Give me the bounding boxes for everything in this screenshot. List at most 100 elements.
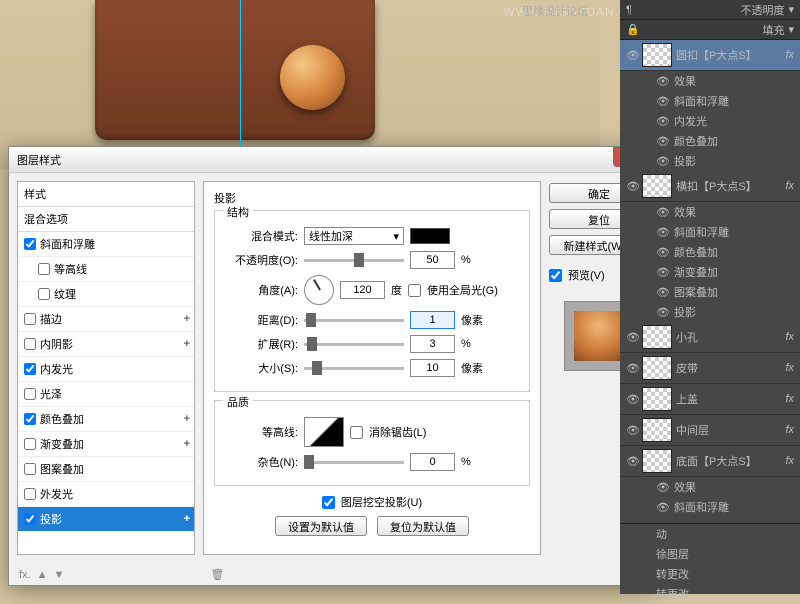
history-row[interactable]: 动 bbox=[620, 524, 800, 544]
style-check[interactable] bbox=[24, 463, 36, 475]
fx-icon[interactable]: fx. bbox=[19, 569, 31, 581]
fx-badge[interactable]: fx bbox=[785, 49, 794, 61]
style-item[interactable]: 内阴影+ bbox=[18, 332, 194, 357]
history-row[interactable]: 转更改 bbox=[620, 564, 800, 584]
eye-icon[interactable]: 👁 bbox=[656, 306, 668, 318]
layer-row[interactable]: 👁横扣【P大点S】fx bbox=[620, 171, 800, 202]
layer-row[interactable]: 👁皮带fx bbox=[620, 353, 800, 384]
angle-dial[interactable] bbox=[304, 275, 334, 305]
down-icon[interactable]: ▼ bbox=[54, 569, 65, 581]
size-slider[interactable] bbox=[304, 367, 404, 370]
fx-badge[interactable]: fx bbox=[785, 455, 794, 467]
plus-icon[interactable]: + bbox=[184, 413, 190, 425]
fx-badge[interactable]: fx bbox=[785, 331, 794, 343]
style-check[interactable] bbox=[24, 238, 36, 250]
fx-sub-row[interactable]: 👁颜色叠加 bbox=[620, 131, 800, 151]
eye-icon[interactable]: 👁 bbox=[626, 180, 638, 192]
eye-icon[interactable]: 👁 bbox=[656, 501, 668, 513]
fx-badge[interactable]: fx bbox=[785, 424, 794, 436]
angle-input[interactable] bbox=[340, 281, 385, 299]
eye-icon[interactable]: 👁 bbox=[656, 155, 668, 167]
make-default-button[interactable]: 设置为默认值 bbox=[275, 516, 367, 536]
eye-icon[interactable]: 👁 bbox=[626, 455, 638, 467]
noise-slider[interactable] bbox=[304, 461, 404, 464]
style-item[interactable]: 光泽 bbox=[18, 382, 194, 407]
fx-sub-row[interactable]: 👁效果 bbox=[620, 477, 800, 497]
layer-thumb[interactable] bbox=[642, 356, 672, 380]
fx-sub-row[interactable]: 👁颜色叠加 bbox=[620, 242, 800, 262]
reset-default-button[interactable]: 复位为默认值 bbox=[377, 516, 469, 536]
style-check[interactable] bbox=[24, 413, 36, 425]
layer-thumb[interactable] bbox=[642, 325, 672, 349]
style-item[interactable]: 渐变叠加+ bbox=[18, 432, 194, 457]
layer-thumb[interactable] bbox=[642, 43, 672, 67]
size-input[interactable] bbox=[410, 359, 455, 377]
style-check[interactable] bbox=[24, 513, 36, 525]
layer-thumb[interactable] bbox=[642, 387, 672, 411]
style-check[interactable] bbox=[24, 313, 36, 325]
plus-icon[interactable]: + bbox=[184, 438, 190, 450]
spread-slider[interactable] bbox=[304, 343, 404, 346]
style-check[interactable] bbox=[38, 263, 50, 275]
knockout-check[interactable] bbox=[322, 496, 335, 509]
eye-icon[interactable]: 👁 bbox=[656, 226, 668, 238]
eye-icon[interactable]: 👁 bbox=[626, 331, 638, 343]
style-item[interactable]: 颜色叠加+ bbox=[18, 407, 194, 432]
fx-sub-row[interactable]: 👁内发光 bbox=[620, 111, 800, 131]
layer-thumb[interactable] bbox=[642, 449, 672, 473]
eye-icon[interactable]: 👁 bbox=[656, 95, 668, 107]
eye-icon[interactable]: 👁 bbox=[656, 206, 668, 218]
contour-picker[interactable] bbox=[304, 417, 344, 447]
plus-icon[interactable]: + bbox=[184, 313, 190, 325]
fx-sub-row[interactable]: 👁投影 bbox=[620, 151, 800, 171]
preview-check[interactable] bbox=[549, 269, 562, 282]
opacity-input[interactable] bbox=[410, 251, 455, 269]
history-row[interactable]: 转更改 bbox=[620, 584, 800, 604]
color-swatch[interactable] bbox=[410, 228, 450, 244]
style-check[interactable] bbox=[24, 338, 36, 350]
layer-row[interactable]: 👁上盖fx bbox=[620, 384, 800, 415]
style-check[interactable] bbox=[38, 288, 50, 300]
eye-icon[interactable]: 👁 bbox=[626, 424, 638, 436]
eye-icon[interactable]: 👁 bbox=[656, 481, 668, 493]
up-icon[interactable]: ▲ bbox=[37, 569, 48, 581]
noise-input[interactable] bbox=[410, 453, 455, 471]
eye-icon[interactable]: 👁 bbox=[656, 75, 668, 87]
layer-row[interactable]: 👁底面【P大点S】fx bbox=[620, 446, 800, 477]
eye-icon[interactable]: 👁 bbox=[626, 49, 638, 61]
eye-icon[interactable]: 👁 bbox=[656, 135, 668, 147]
fx-sub-row[interactable]: 👁斜面和浮雕 bbox=[620, 497, 800, 517]
fx-sub-row[interactable]: 👁效果 bbox=[620, 202, 800, 222]
plus-icon[interactable]: + bbox=[184, 513, 190, 525]
opacity-slider[interactable] bbox=[304, 259, 404, 262]
fx-sub-row[interactable]: 👁斜面和浮雕 bbox=[620, 222, 800, 242]
fx-sub-row[interactable]: 👁斜面和浮雕 bbox=[620, 91, 800, 111]
global-light-check[interactable] bbox=[408, 284, 421, 297]
eye-icon[interactable]: 👁 bbox=[656, 246, 668, 258]
fx-sub-row[interactable]: 👁投影 bbox=[620, 302, 800, 322]
style-item[interactable]: 外发光 bbox=[18, 482, 194, 507]
style-item[interactable]: 图案叠加 bbox=[18, 457, 194, 482]
fx-badge[interactable]: fx bbox=[785, 393, 794, 405]
dialog-titlebar[interactable]: 图层样式 ✕ bbox=[9, 147, 657, 173]
style-check[interactable] bbox=[24, 438, 36, 450]
style-check[interactable] bbox=[24, 488, 36, 500]
fx-sub-row[interactable]: 👁渐变叠加 bbox=[620, 262, 800, 282]
eye-icon[interactable]: 👁 bbox=[656, 115, 668, 127]
blend-mode-combo[interactable]: 线性加深▾ bbox=[304, 227, 404, 245]
spread-input[interactable] bbox=[410, 335, 455, 353]
layer-row[interactable]: 👁小孔fx bbox=[620, 322, 800, 353]
layer-row[interactable]: 👁中间层fx bbox=[620, 415, 800, 446]
style-item[interactable]: 投影+ bbox=[18, 507, 194, 532]
distance-input[interactable] bbox=[410, 311, 455, 329]
eye-icon[interactable]: 👁 bbox=[656, 286, 668, 298]
styles-header[interactable]: 样式 bbox=[18, 182, 194, 207]
plus-icon[interactable]: + bbox=[184, 338, 190, 350]
trash-icon[interactable]: 🗑 bbox=[210, 568, 224, 581]
layer-thumb[interactable] bbox=[642, 418, 672, 442]
eye-icon[interactable]: 👁 bbox=[626, 393, 638, 405]
style-check[interactable] bbox=[24, 363, 36, 375]
style-item[interactable]: 斜面和浮雕 bbox=[18, 232, 194, 257]
eye-icon[interactable]: 👁 bbox=[626, 362, 638, 374]
antialias-check[interactable] bbox=[350, 426, 363, 439]
